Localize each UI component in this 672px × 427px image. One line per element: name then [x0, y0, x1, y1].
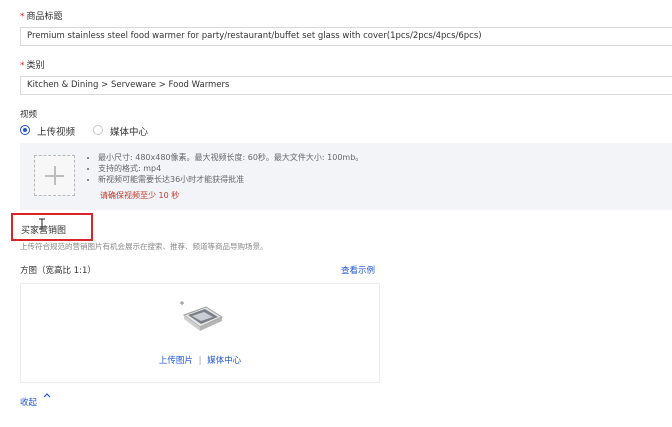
- collapse-button[interactable]: 收起: [20, 390, 51, 408]
- marketing-image-upload-card[interactable]: 上传图片 | 媒体中心: [20, 283, 380, 383]
- requirement-item: 支持的格式: mp4: [98, 163, 363, 174]
- video-upload-area[interactable]: [34, 155, 75, 196]
- category-label: * 类别: [20, 61, 45, 71]
- requirement-item: 新视频可能需要长达36小时才能获得批准: [98, 174, 363, 185]
- text-cursor-icon: [39, 218, 45, 230]
- view-example-link[interactable]: 查看示例: [341, 264, 375, 276]
- product-title-input[interactable]: Premium stainless steel food warmer for …: [20, 27, 672, 46]
- upload-image-link[interactable]: 上传图片: [159, 356, 193, 366]
- separator: |: [198, 356, 202, 366]
- square-image-label: 方图（宽高比 1:1）: [20, 266, 96, 276]
- upload-actions: 上传图片 | 媒体中心: [21, 354, 379, 366]
- image-upload-illustration-icon: [180, 301, 224, 331]
- video-upload-panel: 最小尺寸: 480x480像素。最大视频长度: 60秒。最大文件大小: 100m…: [20, 143, 672, 210]
- video-label: 视频: [20, 110, 38, 120]
- radio-selected-icon[interactable]: [20, 125, 30, 135]
- product-title-label: * 商品标题: [20, 12, 63, 22]
- media-center-link[interactable]: 媒体中心: [207, 356, 241, 366]
- chevron-up-icon: [43, 393, 51, 398]
- video-requirements: 最小尺寸: 480x480像素。最大视频长度: 60秒。最大文件大小: 100m…: [86, 152, 363, 185]
- video-warning: 请确保视频至少 10 秒: [100, 191, 180, 200]
- category-input[interactable]: Kitchen & Dining > Serveware > Food Warm…: [20, 76, 672, 95]
- marketing-description: 上传符合规范的营销图片有机会展示在搜索、推荐、频道等商品导购场景。: [20, 242, 268, 251]
- requirement-item: 最小尺寸: 480x480像素。最大视频长度: 60秒。最大文件大小: 100m…: [98, 152, 363, 163]
- radio-unselected-icon[interactable]: [93, 125, 103, 135]
